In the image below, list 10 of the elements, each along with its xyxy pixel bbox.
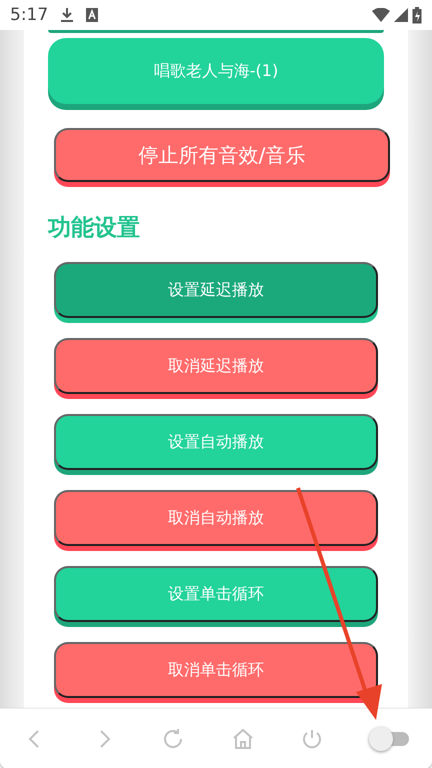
section-title: 功能设置 xyxy=(48,214,141,243)
home-icon[interactable] xyxy=(230,727,255,751)
toggle-switch[interactable] xyxy=(369,727,410,751)
signal-icon xyxy=(394,8,408,22)
wifi-icon xyxy=(372,8,390,22)
battery-icon xyxy=(412,6,422,24)
clock-time: 5:17 xyxy=(10,5,48,25)
download-icon xyxy=(60,7,74,23)
font-box-icon xyxy=(86,8,98,22)
play-button[interactable]: 唱歌老人与海-(1) xyxy=(48,38,384,104)
